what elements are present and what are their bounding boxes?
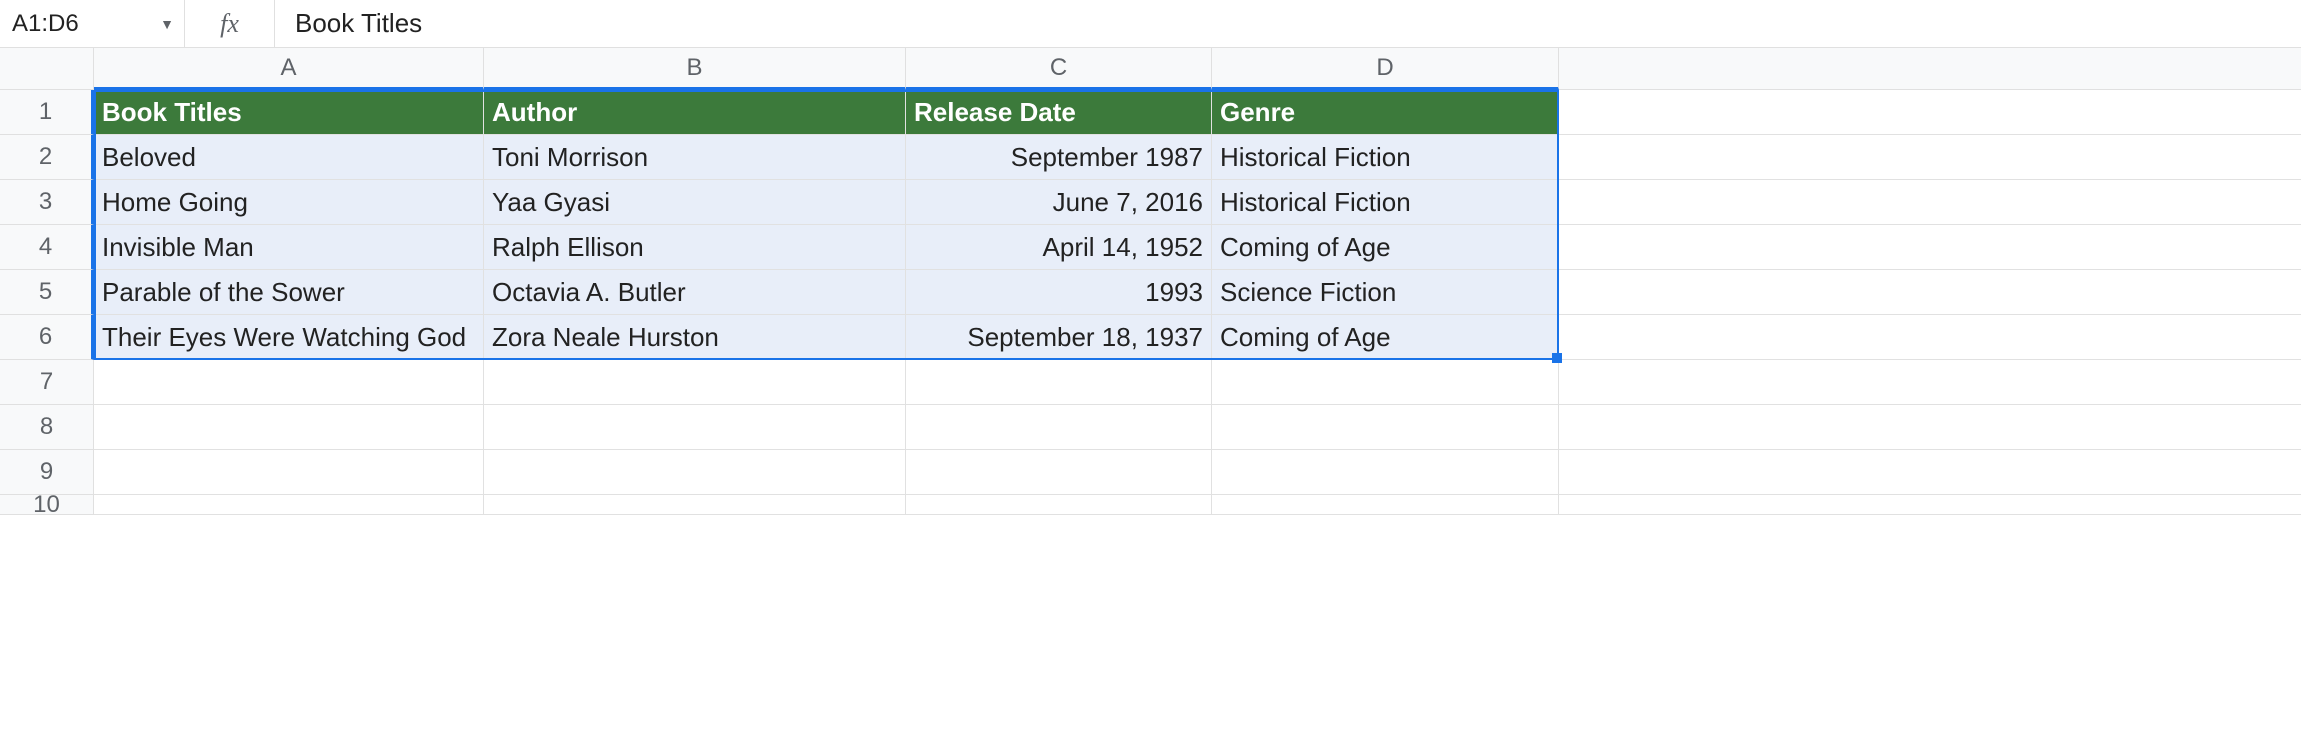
spreadsheet-grid[interactable]: A B C D 1 Book Titles Author Release Dat… — [0, 48, 2301, 515]
cell-B8[interactable] — [484, 405, 906, 450]
table-row-empty: 8 — [0, 405, 2301, 450]
table-row-empty: 9 — [0, 450, 2301, 495]
select-all-corner[interactable] — [0, 48, 94, 90]
column-header-rest — [1559, 48, 2301, 90]
cell-rest-9[interactable] — [1559, 450, 2301, 495]
cell-B6[interactable]: Zora Neale Hurston — [484, 315, 906, 360]
row-header-10[interactable]: 10 — [0, 495, 94, 515]
cell-B4[interactable]: Ralph Ellison — [484, 225, 906, 270]
cell-C10[interactable] — [906, 495, 1212, 515]
formula-input-value: Book Titles — [295, 8, 422, 39]
row-header-2[interactable]: 2 — [0, 135, 94, 180]
cell-D10[interactable] — [1212, 495, 1559, 515]
cell-D2[interactable]: Historical Fiction — [1212, 135, 1559, 180]
row-header-1[interactable]: 1 — [0, 90, 94, 135]
cell-rest-7[interactable] — [1559, 360, 2301, 405]
cell-rest-1[interactable] — [1559, 90, 2301, 135]
cell-rest-5[interactable] — [1559, 270, 2301, 315]
cell-D5[interactable]: Science Fiction — [1212, 270, 1559, 315]
name-box-value: A1:D6 — [12, 10, 79, 38]
chevron-down-icon[interactable]: ▼ — [160, 16, 174, 32]
row-header-7[interactable]: 7 — [0, 360, 94, 405]
cell-rest-10[interactable] — [1559, 495, 2301, 515]
cell-A6[interactable]: Their Eyes Were Watching God — [94, 315, 484, 360]
cell-C7[interactable] — [906, 360, 1212, 405]
cell-B1[interactable]: Author — [484, 90, 906, 135]
table-row: 5 Parable of the Sower Octavia A. Butler… — [0, 270, 2301, 315]
cell-B9[interactable] — [484, 450, 906, 495]
cell-D6[interactable]: Coming of Age — [1212, 315, 1559, 360]
cell-B10[interactable] — [484, 495, 906, 515]
cell-C3[interactable]: June 7, 2016 — [906, 180, 1212, 225]
cell-D1[interactable]: Genre — [1212, 90, 1559, 135]
cell-B3[interactable]: Yaa Gyasi — [484, 180, 906, 225]
table-row: 4 Invisible Man Ralph Ellison April 14, … — [0, 225, 2301, 270]
cell-rest-3[interactable] — [1559, 180, 2301, 225]
cell-D8[interactable] — [1212, 405, 1559, 450]
cell-D9[interactable] — [1212, 450, 1559, 495]
cell-rest-2[interactable] — [1559, 135, 2301, 180]
cell-A4[interactable]: Invisible Man — [94, 225, 484, 270]
row-header-6[interactable]: 6 — [0, 315, 94, 360]
cell-A5[interactable]: Parable of the Sower — [94, 270, 484, 315]
row-header-5[interactable]: 5 — [0, 270, 94, 315]
row-header-9[interactable]: 9 — [0, 450, 94, 495]
cell-A9[interactable] — [94, 450, 484, 495]
cell-B5[interactable]: Octavia A. Butler — [484, 270, 906, 315]
cell-A10[interactable] — [94, 495, 484, 515]
formula-input[interactable]: Book Titles — [275, 0, 2301, 47]
cell-C9[interactable] — [906, 450, 1212, 495]
cell-rest-8[interactable] — [1559, 405, 2301, 450]
cell-C1[interactable]: Release Date — [906, 90, 1212, 135]
table-row-empty: 10 — [0, 495, 2301, 515]
cell-D3[interactable]: Historical Fiction — [1212, 180, 1559, 225]
table-row: 3 Home Going Yaa Gyasi June 7, 2016 Hist… — [0, 180, 2301, 225]
column-header-A[interactable]: A — [94, 48, 484, 90]
column-header-C[interactable]: C — [906, 48, 1212, 90]
cell-rest-6[interactable] — [1559, 315, 2301, 360]
table-row: 6 Their Eyes Were Watching God Zora Neal… — [0, 315, 2301, 360]
cell-C5[interactable]: 1993 — [906, 270, 1212, 315]
cell-A1[interactable]: Book Titles — [94, 90, 484, 135]
table-row-empty: 7 — [0, 360, 2301, 405]
table-row: 2 Beloved Toni Morrison September 1987 H… — [0, 135, 2301, 180]
cell-C8[interactable] — [906, 405, 1212, 450]
fx-icon: fx — [185, 0, 275, 47]
row-header-4[interactable]: 4 — [0, 225, 94, 270]
cell-D4[interactable]: Coming of Age — [1212, 225, 1559, 270]
cell-D7[interactable] — [1212, 360, 1559, 405]
cell-B2[interactable]: Toni Morrison — [484, 135, 906, 180]
row-header-3[interactable]: 3 — [0, 180, 94, 225]
column-header-D[interactable]: D — [1212, 48, 1559, 90]
cell-C4[interactable]: April 14, 1952 — [906, 225, 1212, 270]
row-header-8[interactable]: 8 — [0, 405, 94, 450]
column-header-row: A B C D — [0, 48, 2301, 90]
cell-B7[interactable] — [484, 360, 906, 405]
cell-A8[interactable] — [94, 405, 484, 450]
formula-bar: A1:D6 ▼ fx Book Titles — [0, 0, 2301, 48]
table-header-row: 1 Book Titles Author Release Date Genre — [0, 90, 2301, 135]
cell-C6[interactable]: September 18, 1937 — [906, 315, 1212, 360]
cell-A3[interactable]: Home Going — [94, 180, 484, 225]
name-box[interactable]: A1:D6 ▼ — [0, 0, 185, 47]
cell-C2[interactable]: September 1987 — [906, 135, 1212, 180]
cell-A2[interactable]: Beloved — [94, 135, 484, 180]
cell-rest-4[interactable] — [1559, 225, 2301, 270]
column-header-B[interactable]: B — [484, 48, 906, 90]
cell-A7[interactable] — [94, 360, 484, 405]
